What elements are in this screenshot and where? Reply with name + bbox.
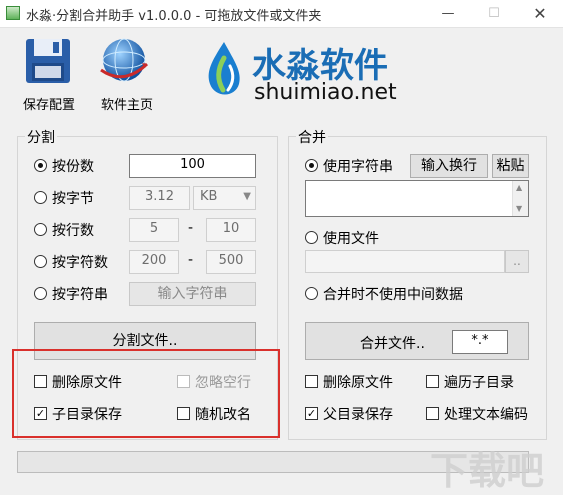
merge-delete-original-label: 删除原文件 — [323, 375, 393, 391]
scroll-down-icon: ▼ — [516, 204, 523, 213]
parent-dir-save-checkbox[interactable]: ✓ — [305, 407, 318, 420]
merge-group-title: 合并 — [296, 127, 328, 147]
file-pattern-input[interactable]: *.* — [452, 330, 508, 354]
text-encoding-checkbox[interactable] — [426, 407, 439, 420]
bytes-size-input[interactable]: 3.12 — [129, 186, 190, 210]
traverse-subdir-checkbox[interactable] — [426, 375, 439, 388]
no-temp-data-label: 合并时不使用中间数据 — [323, 287, 463, 303]
use-file-label: 使用文件 — [323, 231, 379, 247]
browse-file-button[interactable]: .. — [505, 250, 529, 273]
window-title: 水淼·分割合并助手 v1.0.0.0 - 可拖放文件或文件夹 — [26, 9, 322, 24]
separator-file-input[interactable] — [305, 250, 505, 273]
maximize-button[interactable]: ☐ — [471, 0, 517, 28]
close-button[interactable]: ✕ — [517, 0, 563, 28]
split-by-bytes-label: 按字节 — [52, 191, 94, 207]
checkmark-icon: ✓ — [306, 407, 317, 420]
bytes-unit-value: KB — [200, 189, 218, 204]
globe-icon — [100, 38, 149, 82]
split-by-chars-label: 按字符数 — [52, 255, 108, 271]
lines-to-input[interactable]: 10 — [206, 218, 256, 242]
input-newline-button[interactable]: 输入换行 — [410, 154, 488, 178]
traverse-subdir-label: 遍历子目录 — [444, 375, 514, 391]
chars-range-dash: - — [188, 252, 194, 268]
merge-delete-original-checkbox[interactable] — [305, 375, 318, 388]
chars-from-input[interactable]: 200 — [129, 250, 179, 274]
floppy-disk-icon — [26, 39, 70, 83]
split-group-title: 分割 — [25, 127, 57, 147]
use-string-radio[interactable] — [305, 159, 318, 172]
split-by-parts-radio[interactable] — [34, 159, 47, 172]
merge-file-button-label: 合并文件.. — [360, 336, 425, 352]
split-by-string-label: 按字符串 — [52, 287, 108, 303]
parts-count-input[interactable]: 100 — [129, 154, 256, 178]
input-string-button[interactable]: 输入字符串 — [129, 282, 256, 306]
scroll-up-icon: ▲ — [516, 183, 523, 192]
split-by-lines-label: 按行数 — [52, 223, 94, 239]
split-by-bytes-radio[interactable] — [34, 191, 47, 204]
bytes-unit-select[interactable]: KB ▼ — [193, 186, 256, 210]
watermark-logo: 下载吧 — [430, 449, 545, 493]
use-file-radio[interactable] — [305, 231, 318, 244]
use-string-label: 使用字符串 — [323, 159, 393, 175]
home-page-label: 软件主页 — [101, 98, 154, 113]
text-encoding-label: 处理文本编码 — [444, 407, 528, 423]
home-page-button[interactable] — [96, 34, 152, 88]
split-by-parts-label: 按份数 — [52, 159, 94, 175]
chevron-down-icon: ▼ — [243, 191, 251, 202]
parent-dir-save-label: 父目录保存 — [323, 407, 393, 423]
no-temp-data-radio[interactable] — [305, 287, 318, 300]
highlight-frame — [12, 349, 280, 438]
save-config-label: 保存配置 — [23, 98, 76, 113]
separator-string-textarea[interactable]: ▲ ▼ — [305, 180, 529, 217]
split-by-string-radio[interactable] — [34, 287, 47, 300]
split-by-chars-radio[interactable] — [34, 255, 47, 268]
brand-url: shuimiao.net — [254, 80, 397, 105]
split-by-lines-radio[interactable] — [34, 223, 47, 236]
textarea-scrollbar[interactable]: ▲ ▼ — [512, 181, 528, 216]
lines-range-dash: - — [188, 220, 194, 236]
minimize-button[interactable]: — — [425, 0, 471, 28]
lines-from-input[interactable]: 5 — [129, 218, 179, 242]
save-config-button[interactable] — [23, 36, 73, 86]
water-drop-logo-icon — [203, 40, 245, 100]
chars-to-input[interactable]: 500 — [206, 250, 256, 274]
app-icon — [6, 6, 20, 20]
paste-button[interactable]: 粘贴 — [492, 154, 529, 178]
